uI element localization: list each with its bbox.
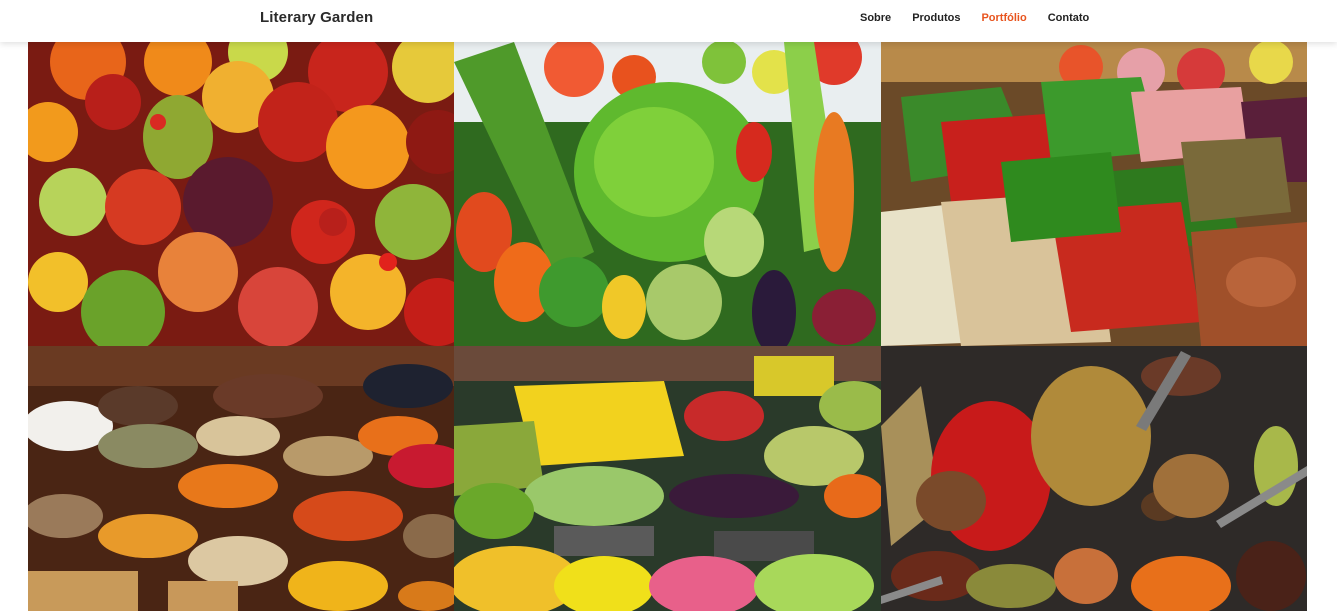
nav-link-sobre[interactable]: Sobre	[860, 12, 891, 24]
portfolio-image-market-baskets[interactable]	[881, 42, 1307, 346]
nav-link-portfolio[interactable]: Portfólio	[981, 12, 1026, 24]
portfolio-image-spice-bowls[interactable]	[28, 346, 454, 611]
nav-link-produtos[interactable]: Produtos	[912, 12, 960, 24]
nav-link-contato[interactable]: Contato	[1048, 12, 1090, 24]
portfolio-image-fruits[interactable]	[28, 42, 454, 346]
main-nav: Sobre Produtos Portfólio Contato	[860, 12, 1110, 24]
top-navbar: Literary Garden Sobre Produtos Portfólio…	[0, 0, 1337, 42]
brand-logo-link[interactable]: Literary Garden	[260, 9, 373, 26]
portfolio-image-spices-slate[interactable]	[881, 346, 1307, 611]
portfolio-image-vegetables[interactable]	[454, 42, 881, 346]
portfolio-image-fruit-stall[interactable]	[454, 346, 881, 611]
portfolio-grid	[28, 42, 1307, 611]
